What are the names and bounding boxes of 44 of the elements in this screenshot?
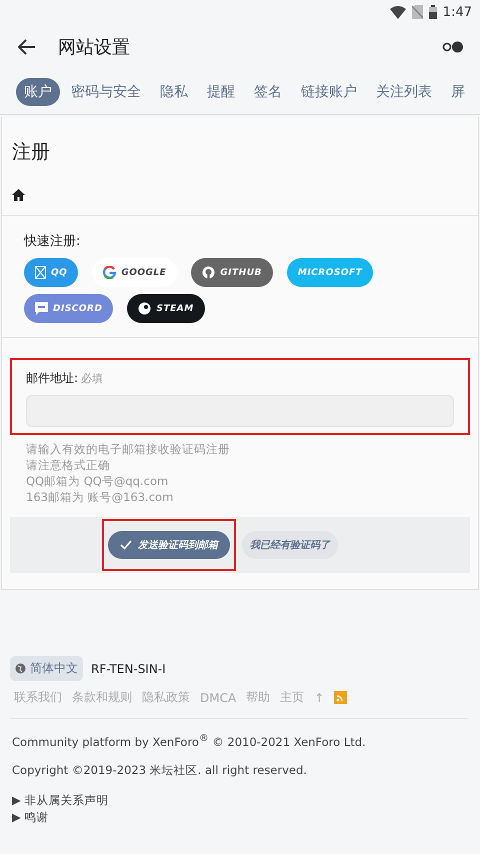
page-title: 注册 [12,140,51,165]
settings-tab[interactable]: 账户 [16,78,60,106]
app-title: 网站设置 [58,36,131,59]
login-provider-button[interactable]: STEAM [127,294,205,323]
language-button[interactable]: 简体中文 [10,656,83,681]
send-code-button[interactable]: 发送验证码到邮箱 [108,531,230,559]
settings-tab[interactable]: 关注列表 [368,78,440,106]
login-provider-button[interactable]: QQ [24,258,78,287]
details-toggle[interactable]: ▶ 非从属关系声明 [12,792,468,809]
platform-text: Community platform by XenForo$^{®}$ © 2010-2021 XenForo Ltd. [11,733,367,749]
hint-text: 请输入有效的电子邮箱接收验证码注册 [26,441,231,457]
details-toggle[interactable]: ▶ 鸣谢 [12,808,468,826]
settings-tab[interactable]: 链接账户 [293,78,365,106]
home-icon[interactable] [12,189,25,201]
steam-icon [138,302,152,315]
status-time: 1:47 [442,4,472,20]
google-g-icon [103,266,116,279]
copyright-text: Copyright ©2019-2023 米坛社区. all right reserved. [11,762,308,778]
settings-tab[interactable]: 签名 [246,78,290,106]
quick-register-label: 快速注册: [24,233,82,250]
check-icon [120,540,132,550]
theme-toggle-icon[interactable] [442,41,464,53]
have-code-button[interactable]: 我已经有验证码了 [242,531,338,559]
login-provider-button[interactable]: DISCORD [24,294,114,323]
required-note: 必填 [81,372,104,385]
style-name[interactable]: RF-TEN-SIN-I [91,662,166,676]
email-label: 邮件地址: [26,371,78,385]
no-sim-icon [412,5,423,19]
settings-tab[interactable]: 密码与安全 [63,78,149,106]
battery-icon [428,5,437,19]
login-provider-button[interactable]: GOOGLE [92,258,178,287]
envelope-icon [35,266,46,279]
hint-text: 请注意格式正确 [26,457,111,473]
login-provider-button[interactable]: MICROSOFT [286,258,374,287]
chat-icon [35,302,48,315]
settings-tab[interactable]: 提醒 [199,78,243,106]
hint-text: QQ邮箱为 QQ号@qq.com [26,473,170,489]
settings-tab[interactable]: 屏 [443,78,473,106]
login-provider-button[interactable]: GITHUB [191,258,273,287]
back-arrow-icon[interactable] [18,39,36,55]
email-input-field[interactable] [26,395,454,427]
hint-text: 163邮箱为 账号@163.com [26,489,174,505]
settings-tab[interactable]: 隐私 [152,78,196,106]
wifi-icon [390,6,406,18]
